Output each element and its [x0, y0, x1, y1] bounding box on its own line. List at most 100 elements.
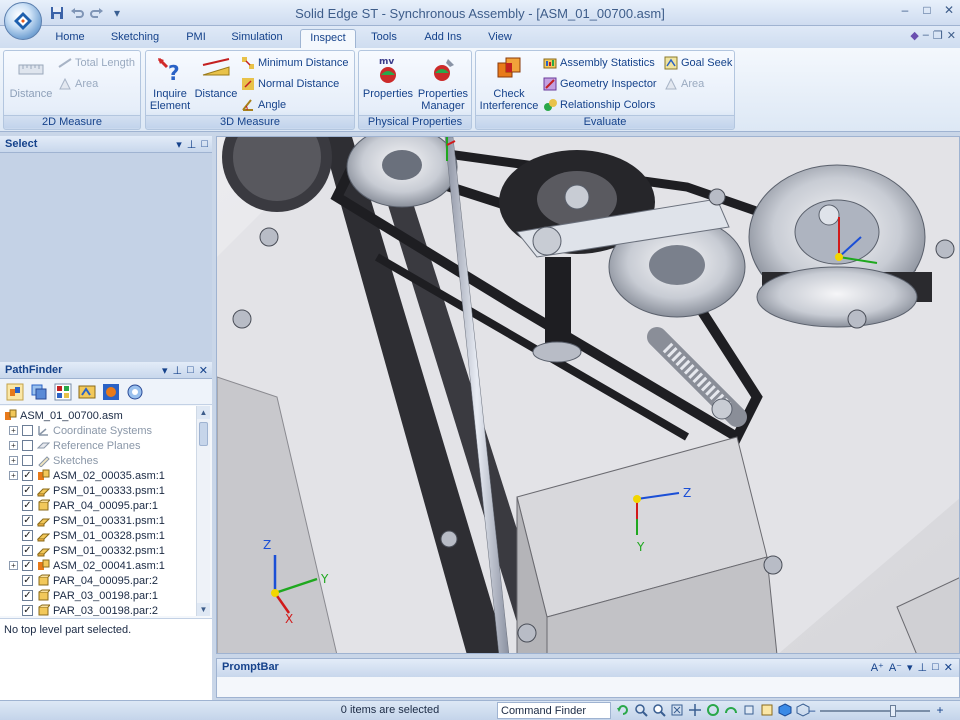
zoom-in-button[interactable]: +: [934, 703, 946, 717]
geometry-inspector-button[interactable]: Geometry Inspector: [543, 76, 657, 92]
angle-button[interactable]: Angle: [241, 97, 286, 113]
scroll-down-icon[interactable]: ▼: [197, 603, 210, 616]
visibility-checkbox[interactable]: ✓: [22, 485, 33, 496]
pin-icon[interactable]: ⊥: [187, 138, 197, 151]
tree-item[interactable]: ✓ PSM_01_00331.psm:1: [9, 513, 196, 528]
area-evaluate-button[interactable]: Area: [664, 76, 704, 92]
inquire-element-button[interactable]: ? Inquire Element: [148, 55, 192, 112]
visibility-checkbox[interactable]: ✓: [22, 530, 33, 541]
expand-icon[interactable]: +: [9, 426, 18, 435]
pane-menu-icon[interactable]: ▾: [162, 364, 168, 377]
visibility-checkbox[interactable]: ✓: [22, 590, 33, 601]
tab-simulation[interactable]: Simulation: [224, 29, 290, 48]
visibility-checkbox[interactable]: [22, 425, 33, 436]
doc-restore-button[interactable]: ❐: [933, 29, 943, 42]
tree-root[interactable]: ASM_01_00700.asm: [4, 408, 196, 423]
command-finder-input[interactable]: [497, 702, 611, 719]
pane-close-icon[interactable]: ✕: [199, 364, 208, 377]
tab-tools[interactable]: Tools: [364, 29, 404, 48]
tab-pmi[interactable]: PMI: [178, 29, 214, 48]
normal-distance-button[interactable]: Normal Distance: [241, 76, 339, 92]
refresh-icon[interactable]: [616, 703, 630, 717]
pane-maximize-icon[interactable]: □: [187, 364, 194, 377]
graphics-window[interactable]: Z Y Z Y X: [216, 136, 960, 654]
rotate-icon[interactable]: [706, 703, 720, 717]
font-increase-icon[interactable]: A⁺: [871, 661, 884, 674]
check-interference-button[interactable]: Check Interference: [478, 55, 540, 112]
tree-item[interactable]: ✓ PAR_03_00198.par:1: [9, 588, 196, 603]
pane-menu-icon[interactable]: ▾: [907, 661, 913, 674]
expand-icon[interactable]: +: [9, 471, 18, 480]
zoom-area-icon[interactable]: [634, 703, 648, 717]
goal-seek-button[interactable]: Goal Seek: [664, 55, 732, 71]
relationship-colors-button[interactable]: Relationship Colors: [543, 97, 655, 113]
assembly-view-icon[interactable]: [6, 383, 24, 401]
doc-minimize-button[interactable]: –: [923, 29, 929, 42]
assembly-statistics-button[interactable]: Assembly Statistics: [543, 55, 655, 71]
expand-icon[interactable]: +: [9, 441, 18, 450]
named-views-icon[interactable]: [760, 703, 774, 717]
visibility-checkbox[interactable]: ✓: [22, 560, 33, 571]
display-config-icon[interactable]: [78, 383, 96, 401]
properties-button[interactable]: mv Properties: [361, 55, 415, 100]
expand-icon[interactable]: +: [9, 561, 18, 570]
help-icon[interactable]: ◆: [910, 29, 918, 42]
tree-item[interactable]: + Reference Planes: [9, 438, 196, 453]
visibility-checkbox[interactable]: ✓: [22, 545, 33, 556]
minimum-distance-button[interactable]: Minimum Distance: [241, 55, 348, 71]
settings-gear-icon[interactable]: [126, 383, 144, 401]
tree-item[interactable]: + Sketches: [9, 453, 196, 468]
pin-icon[interactable]: ⊥: [173, 364, 183, 377]
pane-close-icon[interactable]: ✕: [944, 661, 953, 674]
rendering-icon[interactable]: [102, 383, 120, 401]
tree-item[interactable]: ✓ PAR_03_00198.par:2: [9, 603, 196, 616]
pane-maximize-icon[interactable]: □: [932, 661, 939, 674]
maximize-button[interactable]: □: [916, 0, 938, 20]
doc-close-button[interactable]: ✕: [947, 29, 956, 42]
assembly-model-view[interactable]: Z Y Z Y X: [217, 137, 960, 654]
pan-icon[interactable]: [688, 703, 702, 717]
visibility-checkbox[interactable]: ✓: [22, 515, 33, 526]
tree-item[interactable]: ✓ PAR_04_00095.par:2: [9, 573, 196, 588]
visibility-checkbox[interactable]: ✓: [22, 470, 33, 481]
total-length-button[interactable]: Total Length: [58, 55, 135, 71]
zoom-out-button[interactable]: –: [806, 703, 818, 717]
zoom-slider[interactable]: [820, 705, 930, 717]
pane-menu-icon[interactable]: ▾: [176, 138, 182, 151]
close-button[interactable]: ✕: [938, 0, 960, 20]
tree-item[interactable]: + Coordinate Systems: [9, 423, 196, 438]
tree-item[interactable]: ✓ PSM_01_00328.psm:1: [9, 528, 196, 543]
font-decrease-icon[interactable]: A⁻: [889, 661, 902, 674]
zoom-icon[interactable]: [652, 703, 666, 717]
tree-item[interactable]: ✓ PAR_04_00095.par:1: [9, 498, 196, 513]
tree-item[interactable]: ✓ PSM_01_00333.psm:1: [9, 483, 196, 498]
scroll-up-icon[interactable]: ▲: [197, 406, 210, 419]
properties-manager-button[interactable]: Properties Manager: [415, 55, 471, 112]
distance-3d-button[interactable]: Distance: [194, 55, 238, 100]
expand-icon[interactable]: +: [9, 456, 18, 465]
visibility-checkbox[interactable]: ✓: [22, 605, 33, 616]
tab-inspect[interactable]: Inspect: [300, 29, 356, 48]
fit-icon[interactable]: [670, 703, 684, 717]
pin-icon[interactable]: ⊥: [918, 661, 928, 674]
palette-icon[interactable]: [54, 383, 72, 401]
zoom-slider-thumb[interactable]: [890, 705, 896, 717]
tree-item[interactable]: ✓ PSM_01_00332.psm:1: [9, 543, 196, 558]
spin-about-icon[interactable]: [724, 703, 738, 717]
tree-item[interactable]: + ✓ ASM_02_00035.asm:1: [9, 468, 196, 483]
shaded-view-icon[interactable]: [778, 703, 792, 717]
pane-maximize-icon[interactable]: □: [201, 138, 208, 151]
scroll-thumb[interactable]: [199, 422, 208, 446]
application-button[interactable]: [4, 2, 42, 40]
tree-item[interactable]: + ✓ ASM_02_00041.asm:1: [9, 558, 196, 573]
area-2d-button[interactable]: Area: [58, 76, 98, 92]
visibility-checkbox[interactable]: ✓: [22, 500, 33, 511]
visibility-checkbox[interactable]: [22, 440, 33, 451]
tab-view[interactable]: View: [482, 29, 518, 48]
minimize-button[interactable]: –: [894, 0, 916, 20]
distance-2d-button[interactable]: Distance: [8, 55, 54, 100]
visibility-checkbox[interactable]: [22, 455, 33, 466]
layers-icon[interactable]: [30, 383, 48, 401]
view-orientation-icon[interactable]: [742, 703, 756, 717]
visibility-checkbox[interactable]: ✓: [22, 575, 33, 586]
